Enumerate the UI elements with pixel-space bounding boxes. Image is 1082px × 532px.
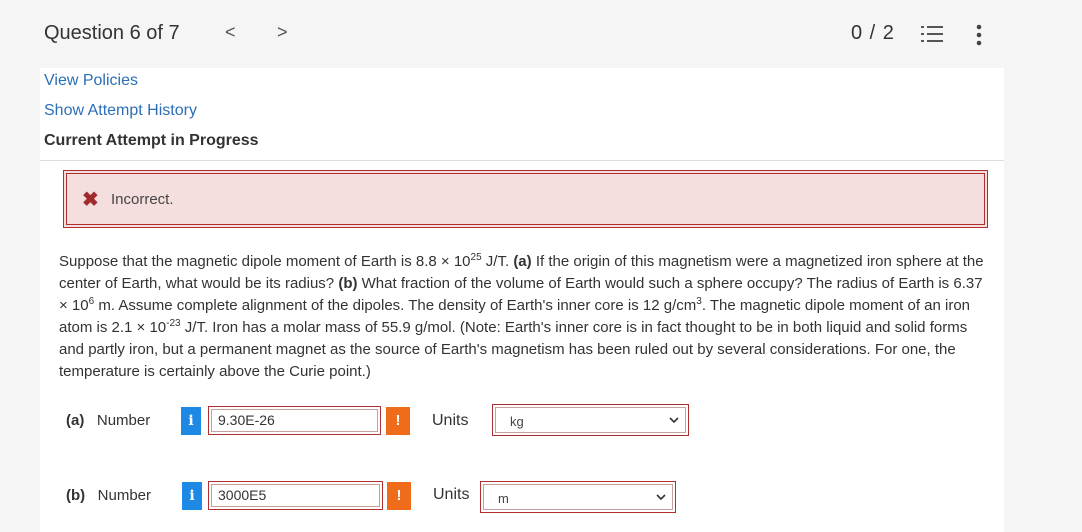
info-button[interactable]: i xyxy=(181,407,201,435)
alert-message: Incorrect. xyxy=(111,191,174,208)
show-attempt-history-link[interactable]: Show Attempt History xyxy=(44,102,197,120)
units-label: Units xyxy=(433,486,470,503)
number-input[interactable]: 9.30E-26 xyxy=(208,406,381,435)
units-selected-value: kg xyxy=(510,414,524,429)
number-input-value[interactable]: 9.30E-26 xyxy=(211,409,378,432)
chevron-down-icon xyxy=(656,494,666,501)
part-label: (a) Number xyxy=(66,412,151,429)
problem-statement: Suppose that the magnetic dipole moment … xyxy=(59,252,984,381)
score-display: 0 / 2 xyxy=(851,22,895,44)
warning-button[interactable]: ! xyxy=(387,482,411,510)
info-button[interactable]: i xyxy=(182,482,202,510)
units-selected-value: m xyxy=(498,491,509,506)
previous-question-button[interactable]: < xyxy=(225,22,236,43)
next-question-button[interactable]: > xyxy=(277,22,288,43)
units-select[interactable]: kg xyxy=(492,404,689,436)
more-options-icon[interactable] xyxy=(975,24,983,46)
attempt-status-heading: Current Attempt in Progress xyxy=(44,132,259,149)
answer-row-b: (b) Number i 3000E5 ! Units m xyxy=(40,479,1004,513)
question-counter: Question 6 of 7 xyxy=(44,22,180,44)
incorrect-alert: ✖ Incorrect. xyxy=(63,170,988,228)
question-panel: View Policies Show Attempt History Curre… xyxy=(40,68,1004,532)
x-icon: ✖ xyxy=(82,189,99,211)
number-input-value[interactable]: 3000E5 xyxy=(211,484,380,507)
part-label: (b) Number xyxy=(66,487,152,504)
units-select[interactable]: m xyxy=(480,481,676,513)
question-header: Question 6 of 7 < > 0 / 2 xyxy=(0,0,1082,68)
chevron-down-icon xyxy=(669,417,679,424)
question-list-icon[interactable] xyxy=(921,25,943,43)
answer-row-a: (a) Number i 9.30E-26 ! Units kg xyxy=(40,404,1004,438)
number-input[interactable]: 3000E5 xyxy=(208,481,383,510)
units-label: Units xyxy=(432,412,469,429)
divider xyxy=(40,160,1004,161)
warning-button[interactable]: ! xyxy=(386,407,410,435)
view-policies-link[interactable]: View Policies xyxy=(44,72,138,90)
